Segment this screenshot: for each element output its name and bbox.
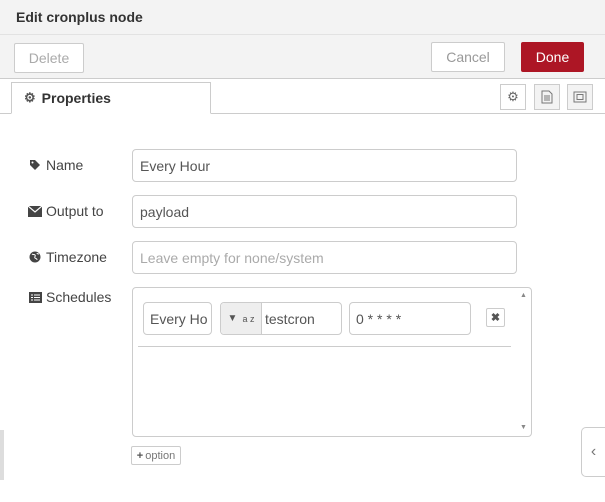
caret-down-icon: ▼ [227,313,238,324]
plus-icon: + [136,449,144,462]
timezone-label-row: Timezone [28,249,107,265]
row-divider [138,346,511,347]
add-option-button[interactable]: + option [131,446,181,465]
envelope-icon [28,205,42,217]
schedules-label: Schedules [46,289,112,305]
schedule-type-value: testcron [265,310,315,327]
node-settings-icon[interactable]: ⚙ [500,84,526,110]
tag-icon [28,159,42,171]
scroll-down-icon[interactable]: ▼ [520,424,527,431]
scroll-up-icon[interactable]: ▲ [520,292,527,299]
type-select-button[interactable]: ▼ a z [221,303,262,334]
document-icon [541,90,553,104]
name-label: Name [46,157,84,173]
frame-icon [573,91,587,103]
close-icon: ✖ [490,312,501,324]
schedule-name-input[interactable]: Every Ho [143,302,212,335]
tab-bar: ⚙ Properties ⚙ [0,79,605,114]
string-type-icon: a z [242,313,255,324]
dialog-toolbar: Delete Cancel Done [0,35,605,79]
output-input[interactable] [132,195,517,228]
name-label-row: Name [28,157,83,173]
timezone-label: Timezone [46,249,107,265]
appearance-icon[interactable] [567,84,593,110]
schedules-list[interactable]: Every Ho ▼ a z testcron 0 * * * * ✖ ▲ ▼ [132,287,532,437]
output-label-row: Output to [28,203,104,219]
cancel-button[interactable]: Cancel [431,42,505,72]
list-icon [28,291,42,303]
tab-properties[interactable]: ⚙ Properties [11,82,211,114]
description-icon[interactable] [534,84,560,110]
schedule-type-input[interactable]: ▼ a z testcron [220,302,342,335]
sidebar-toggle-button[interactable]: ‹ [581,427,605,477]
done-button[interactable]: Done [521,42,584,72]
delete-button[interactable]: Delete [14,43,84,73]
chevron-left-icon: ‹ [590,443,597,460]
globe-icon [28,251,42,263]
remove-schedule-button[interactable]: ✖ [486,308,505,327]
name-input[interactable] [132,149,517,182]
output-label: Output to [46,203,104,219]
resize-handle[interactable] [0,430,4,480]
dialog-header: Edit cronplus node [0,0,605,35]
gear-icon: ⚙ [24,90,36,105]
schedule-cron-input[interactable]: 0 * * * * [349,302,471,335]
tab-properties-label: Properties [41,90,111,106]
schedules-label-row: Schedules [28,289,111,305]
timezone-input[interactable] [132,241,517,274]
dialog-title: Edit cronplus node [16,9,143,25]
add-option-label: option [145,449,176,462]
